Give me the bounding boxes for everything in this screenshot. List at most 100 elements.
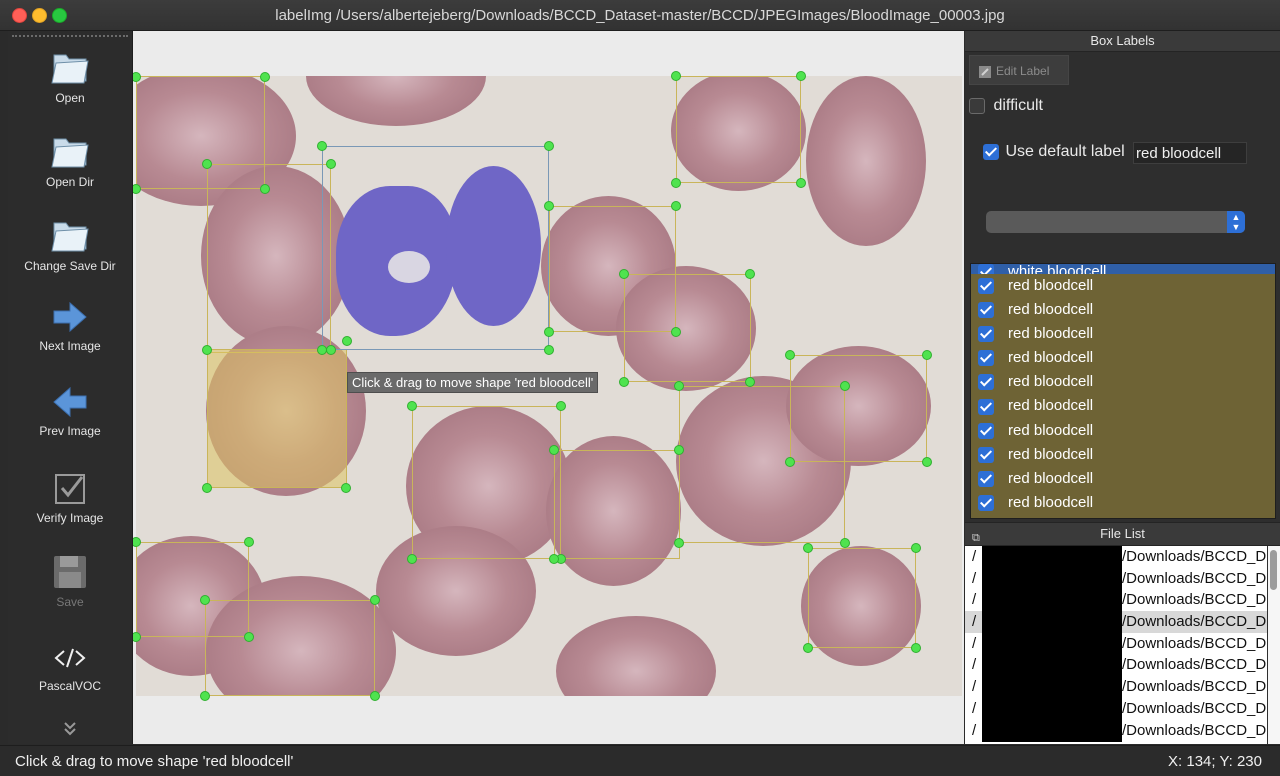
vertex-handle[interactable]: [544, 141, 554, 151]
label-visible-checkbox[interactable]: [978, 302, 994, 319]
vertex-handle[interactable]: [911, 643, 921, 653]
vertex-handle[interactable]: [407, 554, 417, 564]
default-label-input[interactable]: red bloodcell: [1133, 142, 1247, 164]
vertex-handle[interactable]: [544, 201, 554, 211]
vertex-handle[interactable]: [922, 457, 932, 467]
vertex-handle[interactable]: [370, 595, 380, 605]
vertex-handle[interactable]: [745, 269, 755, 279]
label-visible-checkbox[interactable]: [978, 278, 994, 295]
next-image-button[interactable]: Next Image: [8, 299, 132, 353]
vertex-handle[interactable]: [671, 201, 681, 211]
vertex-handle[interactable]: [911, 543, 921, 553]
open-button[interactable]: Open: [8, 45, 132, 105]
file-list[interactable]: / /Downloads/BCCD_D / /Downloads/BCCD_D / /Do…: [965, 546, 1267, 744]
file-list-item[interactable]: / /Downloads/BCCD_D: [965, 546, 1267, 568]
vertex-handle[interactable]: [202, 483, 212, 493]
vertex-handle[interactable]: [341, 483, 351, 493]
vertex-handle[interactable]: [544, 345, 554, 355]
label-visible-checkbox[interactable]: [978, 398, 994, 415]
label-list-item[interactable]: red bloodcell: [971, 443, 1275, 467]
edit-label-button[interactable]: Edit Label: [969, 55, 1069, 85]
prev-image-button[interactable]: Prev Image: [8, 384, 132, 438]
label-visible-checkbox[interactable]: [978, 264, 994, 274]
file-list-item[interactable]: / /Downloads/BCCD_D: [965, 719, 1267, 742]
vertex-handle[interactable]: [785, 350, 795, 360]
label-list-item[interactable]: red bloodcell: [971, 491, 1275, 515]
vertex-handle[interactable]: [674, 445, 684, 455]
vertex-handle[interactable]: [326, 159, 336, 169]
bbox-red-bloodcell[interactable]: [808, 548, 916, 648]
label-list-item[interactable]: red bloodcell: [971, 322, 1275, 346]
vertex-handle[interactable]: [840, 538, 850, 548]
label-filter-combobox[interactable]: ▲ ▼: [986, 211, 1245, 233]
vertex-handle[interactable]: [674, 538, 684, 548]
vertex-handle[interactable]: [407, 401, 417, 411]
vertex-handle[interactable]: [803, 543, 813, 553]
vertex-handle[interactable]: [244, 632, 254, 642]
change-save-dir-button[interactable]: Change Save Dir: [8, 213, 132, 273]
file-list-item[interactable]: / /Downloads/BCCD_D: [965, 632, 1267, 655]
annotation-canvas[interactable]: Click & drag to move shape 'red bloodcel…: [133, 31, 964, 744]
vertex-handle[interactable]: [260, 72, 270, 82]
vertex-handle[interactable]: [671, 71, 681, 81]
vertex-handle[interactable]: [317, 345, 327, 355]
bbox-red-bloodcell-selected[interactable]: [207, 349, 347, 488]
bbox-red-bloodcell[interactable]: [790, 355, 927, 462]
vertex-handle[interactable]: [671, 327, 681, 337]
vertex-handle[interactable]: [671, 178, 681, 188]
label-list-item[interactable]: red bloodcell: [971, 370, 1275, 394]
bbox-red-bloodcell[interactable]: [205, 600, 375, 696]
file-list-item[interactable]: / /Downloads/BCCD_D: [965, 589, 1267, 612]
vertex-handle[interactable]: [549, 445, 559, 455]
label-visible-checkbox[interactable]: [978, 446, 994, 463]
label-visible-checkbox[interactable]: [978, 494, 994, 511]
vertex-handle[interactable]: [200, 595, 210, 605]
vertex-handle[interactable]: [202, 159, 212, 169]
label-list-item[interactable]: red bloodcell: [971, 274, 1275, 298]
label-visible-checkbox[interactable]: [978, 326, 994, 343]
file-list-item[interactable]: / /Downloads/BCCD_D: [965, 567, 1267, 590]
bbox-red-bloodcell[interactable]: [676, 76, 801, 183]
vertex-handle[interactable]: [202, 345, 212, 355]
file-list-scroll-thumb[interactable]: [1270, 550, 1277, 590]
file-list-scrollbar[interactable]: [1268, 546, 1280, 744]
use-default-label-row[interactable]: Use default label: [983, 143, 1125, 161]
vertex-handle[interactable]: [549, 554, 559, 564]
vertex-handle[interactable]: [244, 537, 254, 547]
label-list-item[interactable]: red bloodcell: [971, 346, 1275, 370]
vertex-handle[interactable]: [674, 381, 684, 391]
vertex-handle[interactable]: [556, 401, 566, 411]
open-dir-button[interactable]: Open Dir: [8, 129, 132, 189]
vertex-handle[interactable]: [342, 336, 352, 346]
vertex-handle[interactable]: [317, 141, 327, 151]
label-list-item[interactable]: white bloodcell: [971, 264, 1275, 274]
label-list-item[interactable]: red bloodcell: [971, 467, 1275, 491]
toolbar-more-button[interactable]: [8, 721, 132, 737]
bbox-red-bloodcell[interactable]: [412, 406, 561, 559]
title-bar[interactable]: labelImg /Users/albertejeberg/Downloads/…: [0, 0, 1280, 31]
file-list-item[interactable]: / /Downloads/BCCD_D: [965, 676, 1267, 699]
label-list[interactable]: white bloodcell red bloodcell red bloodcel…: [970, 263, 1276, 519]
vertex-handle[interactable]: [803, 643, 813, 653]
bbox-red-bloodcell[interactable]: [624, 274, 751, 382]
vertex-handle[interactable]: [260, 184, 270, 194]
label-list-item[interactable]: red bloodcell: [971, 298, 1275, 322]
vertex-handle[interactable]: [370, 691, 380, 701]
vertex-handle[interactable]: [619, 377, 629, 387]
difficult-checkbox[interactable]: [969, 97, 985, 114]
bbox-white-bloodcell[interactable]: [322, 146, 549, 350]
vertex-handle[interactable]: [544, 327, 554, 337]
file-list-item[interactable]: / /Downloads/BCCD_D: [965, 611, 1267, 634]
label-visible-checkbox[interactable]: [978, 374, 994, 391]
vertex-handle[interactable]: [200, 691, 210, 701]
label-visible-checkbox[interactable]: [978, 422, 994, 439]
bbox-red-bloodcell[interactable]: [207, 164, 331, 353]
vertex-handle[interactable]: [745, 377, 755, 387]
vertex-handle[interactable]: [619, 269, 629, 279]
label-list-item[interactable]: red bloodcell: [971, 394, 1275, 418]
vertex-handle[interactable]: [840, 381, 850, 391]
toolbar-grip[interactable]: [12, 35, 128, 37]
use-default-label-checkbox[interactable]: [983, 143, 999, 160]
file-list-item[interactable]: / /Downloads/BCCD_D: [965, 697, 1267, 720]
bbox-red-bloodcell[interactable]: [554, 450, 680, 559]
